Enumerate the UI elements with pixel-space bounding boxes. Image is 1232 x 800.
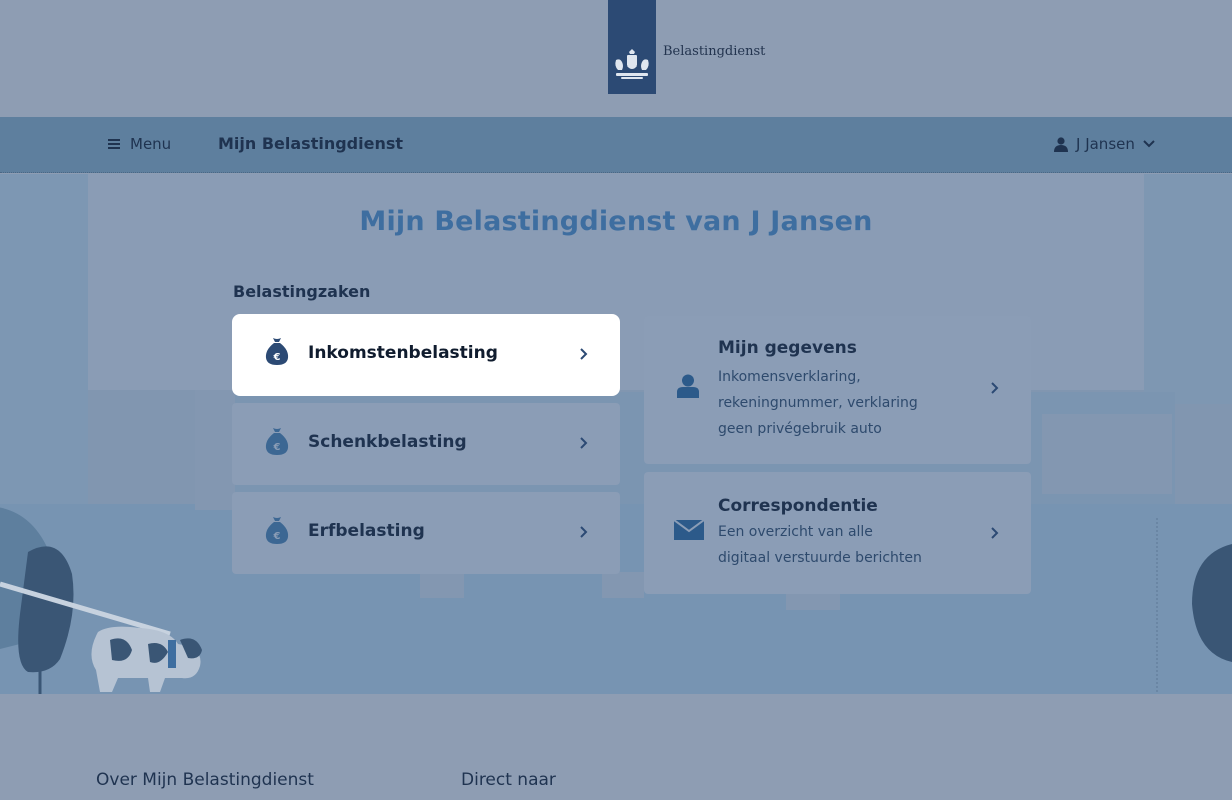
tile-mijn-gegevens[interactable]: Mijn gegevens Inkomensverklaring, rekeni… bbox=[644, 316, 1031, 464]
navbar: Menu Mijn Belastingdienst J Jansen bbox=[0, 117, 1232, 173]
tile-correspondentie[interactable]: Correspondentie Een overzicht van alle d… bbox=[644, 472, 1031, 594]
tile-inkomstenbelasting[interactable]: € Inkomstenbelasting bbox=[232, 314, 620, 396]
user-icon bbox=[1054, 136, 1068, 152]
tile-description: Een overzicht van alle digitaal verstuur… bbox=[718, 524, 922, 566]
royal-coat-of-arms-icon bbox=[615, 49, 649, 79]
person-icon bbox=[677, 374, 699, 398]
chevron-right-icon bbox=[580, 348, 588, 360]
person-walking-dog-illustration bbox=[0, 507, 202, 694]
bg-building bbox=[786, 592, 840, 610]
chevron-right-icon bbox=[991, 527, 999, 539]
footer: Over Mijn Belastingdienst Direct naar bbox=[0, 694, 1232, 800]
footer-heading-direct: Direct naar bbox=[461, 770, 556, 790]
tile-label: Erfbelasting bbox=[308, 521, 425, 541]
chevron-down-icon bbox=[1143, 140, 1155, 148]
svg-text:€: € bbox=[273, 352, 281, 363]
money-bag-euro-icon: € bbox=[265, 338, 289, 365]
chevron-right-icon bbox=[991, 382, 999, 394]
bg-building bbox=[1042, 414, 1172, 494]
svg-text:€: € bbox=[273, 531, 281, 542]
user-menu-button[interactable]: J Jansen bbox=[1054, 135, 1155, 153]
user-name: J Jansen bbox=[1076, 135, 1135, 153]
footer-heading-over: Over Mijn Belastingdienst bbox=[96, 770, 314, 790]
tile-title: Correspondentie bbox=[718, 496, 878, 516]
menu-button[interactable]: Menu bbox=[108, 135, 171, 153]
divider-line bbox=[1156, 518, 1158, 694]
page-title: Mijn Belastingdienst van J Jansen bbox=[359, 206, 873, 237]
envelope-icon bbox=[674, 520, 704, 540]
money-bag-euro-icon: € bbox=[265, 517, 289, 544]
tile-label: Inkomstenbelasting bbox=[308, 343, 498, 363]
tile-schenkbelasting[interactable]: € Schenkbelasting bbox=[232, 403, 620, 485]
svg-text:€: € bbox=[273, 442, 281, 453]
tile-label: Schenkbelasting bbox=[308, 432, 467, 452]
logo-text: Belastingdienst bbox=[663, 44, 766, 59]
section-heading: Belastingzaken bbox=[233, 282, 371, 301]
tile-description: Inkomensverklaring, rekeningnummer, verk… bbox=[718, 369, 918, 437]
top-header: Belastingdienst bbox=[0, 0, 1232, 117]
bg-building bbox=[195, 390, 235, 510]
money-bag-euro-icon: € bbox=[265, 428, 289, 455]
logo[interactable] bbox=[608, 0, 656, 94]
nav-title-link[interactable]: Mijn Belastingdienst bbox=[218, 134, 403, 153]
chevron-right-icon bbox=[580, 526, 588, 538]
person-illustration bbox=[1192, 544, 1232, 662]
tile-erfbelasting[interactable]: € Erfbelasting bbox=[232, 492, 620, 574]
bg-building bbox=[602, 572, 644, 598]
menu-label: Menu bbox=[130, 135, 172, 153]
chevron-right-icon bbox=[580, 437, 588, 449]
tile-title: Mijn gegevens bbox=[718, 338, 857, 358]
bg-building bbox=[420, 572, 464, 598]
hamburger-icon bbox=[108, 139, 120, 149]
